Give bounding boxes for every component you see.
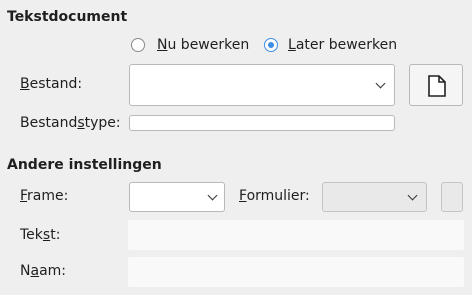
chevron-down-icon xyxy=(207,190,218,201)
file-label: Bestand: xyxy=(20,76,83,92)
file-type-label: Bestandstype: xyxy=(20,115,121,131)
edit-now-radio[interactable] xyxy=(131,38,145,52)
edit-later-label: Later bewerken xyxy=(288,37,398,53)
file-type-field xyxy=(129,115,395,131)
name-input[interactable] xyxy=(128,257,464,287)
frame-label: Frame: xyxy=(20,188,69,204)
form-dropdown[interactable] xyxy=(322,182,427,212)
name-label: Naam: xyxy=(20,263,67,279)
chevron-down-icon xyxy=(407,190,418,201)
text-label: Tekst: xyxy=(20,227,61,243)
section-title-text-document: Tekstdocument xyxy=(7,9,128,25)
form-label: Formulier: xyxy=(239,188,310,204)
browse-file-button[interactable] xyxy=(409,64,463,106)
chevron-down-icon xyxy=(375,78,386,89)
frame-dropdown[interactable] xyxy=(129,182,225,212)
file-combobox[interactable] xyxy=(129,64,395,106)
edit-now-label: Nu bewerken xyxy=(157,37,250,53)
section-title-other-settings: Andere instellingen xyxy=(7,157,162,173)
edit-now-radio-option[interactable]: Nu bewerken xyxy=(131,37,249,53)
document-icon xyxy=(428,75,446,97)
edit-later-radio[interactable] xyxy=(264,38,278,52)
edit-later-radio-option[interactable]: Later bewerken xyxy=(264,37,397,53)
text-input[interactable] xyxy=(128,220,464,250)
form-extra-button[interactable] xyxy=(441,182,463,212)
